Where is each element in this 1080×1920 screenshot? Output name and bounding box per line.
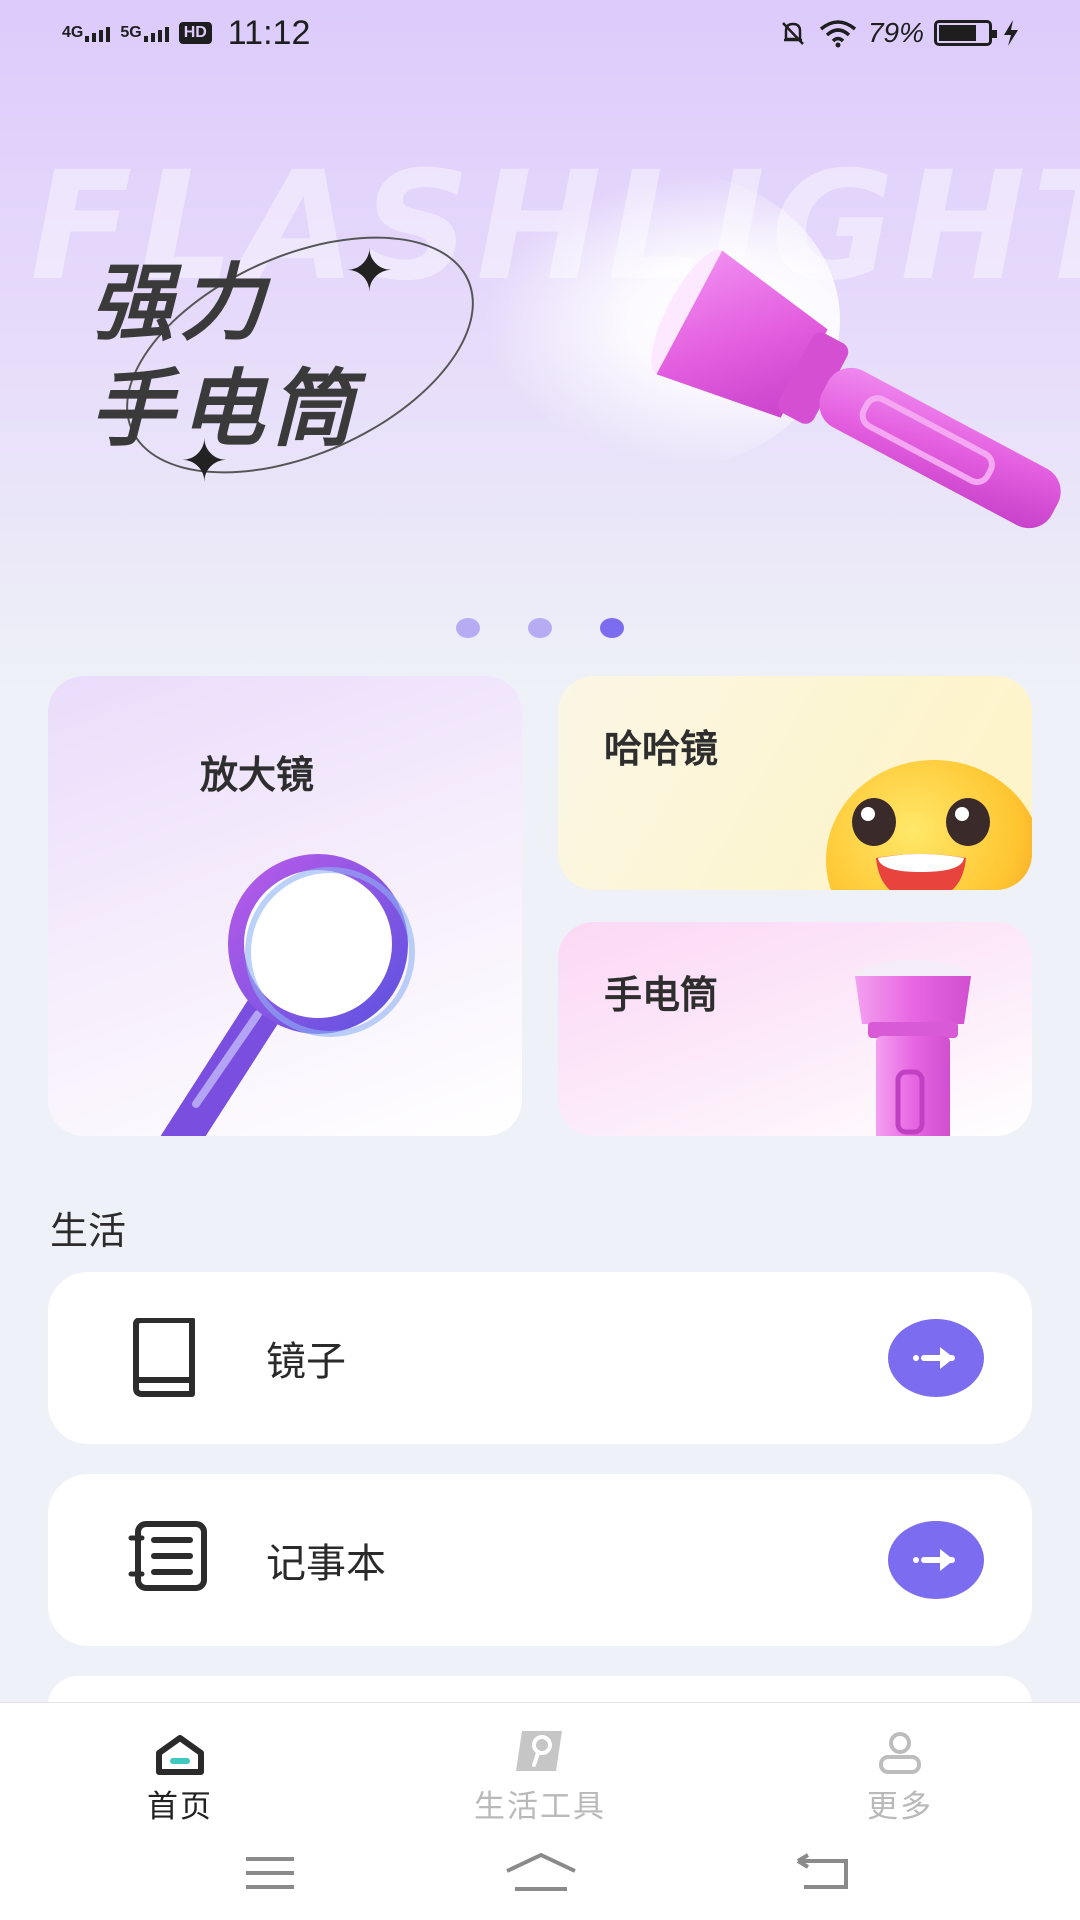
tab-life-tools-label: 生活工具 [474,1789,606,1825]
user-icon [879,1732,921,1774]
charging-icon [1004,20,1018,46]
emoji-face-icon [826,760,1032,890]
banner-title: 强力 手电筒 [90,250,360,462]
bottom-navigation: 首页 生活工具 更多 [0,1702,1080,1920]
magnifier-icon [160,854,415,1136]
system-home-icon[interactable] [505,1853,577,1893]
network-type-2: 5G [120,24,142,41]
funhouse-mirror-card-label: 哈哈镜 [604,727,719,771]
flashlight-card[interactable]: 手电筒 [558,922,1032,1136]
hd-voice-badge: HD [178,22,212,44]
home-icon [156,1735,204,1775]
carousel-dot-3[interactable] [600,618,624,638]
list-item-label: 记事本 [266,1541,386,1587]
carousel-dot-2[interactable] [528,618,552,638]
tab-more[interactable]: 更多 [790,1725,1010,1826]
system-navigation-bar [0,1853,1080,1913]
clock: 11:12 [227,13,311,52]
carousel-indicator [0,618,1080,638]
tools-icon [516,1731,562,1771]
notepad-open-button[interactable] [888,1521,984,1599]
section-title: 生活 [50,1209,127,1253]
flashlight-illustration [651,249,1061,529]
notebook-icon [128,1521,207,1591]
tab-home[interactable]: 首页 [70,1725,290,1826]
list-item-mirror[interactable]: 镜子 [48,1272,1032,1444]
signal-4g-icon: 4G [62,24,111,42]
status-bar: 4G 5G HD 11:12 79% [0,0,1080,66]
battery-icon [934,20,997,46]
back-icon[interactable] [796,1853,850,1893]
wifi-icon [819,20,857,48]
arrow-right-icon [913,1549,955,1571]
tab-life-tools[interactable]: 生活工具 [430,1725,650,1826]
signal-5g-icon: 5G [120,24,169,42]
menu-icon[interactable] [244,1853,296,1893]
magnifier-card[interactable]: 放大镜 [48,676,522,1136]
list-item-notepad[interactable]: 记事本 [48,1474,1032,1646]
book-icon [133,1318,195,1397]
hero-banner[interactable]: FLASHLIGHT ✦ ✦ 强力 手电筒 [0,0,1080,690]
banner-title-line-2: 手电筒 [90,360,361,458]
flashlight-icon [855,960,971,1136]
mirror-open-button[interactable] [888,1319,984,1397]
arrow-right-icon [913,1347,955,1369]
list-item-label: 镜子 [266,1339,346,1385]
mute-bell-icon [782,22,804,45]
tab-more-label: 更多 [867,1789,933,1825]
carousel-dot-1[interactable] [456,618,480,638]
tab-home-label: 首页 [147,1789,213,1825]
network-type-1: 4G [62,24,84,41]
battery-percent: 79% [867,17,924,48]
magnifier-card-label: 放大镜 [200,753,315,797]
funhouse-mirror-card[interactable]: 哈哈镜 [558,676,1032,890]
banner-title-line-1: 强力 [90,254,271,352]
flashlight-card-label: 手电筒 [604,973,719,1017]
